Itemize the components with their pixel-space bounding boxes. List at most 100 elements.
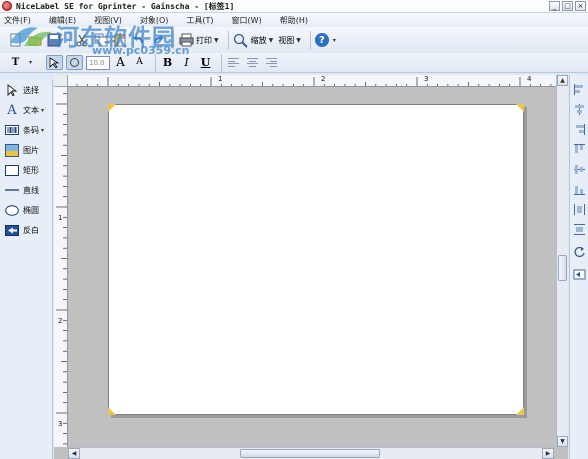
shrink-font-button[interactable]: A [132, 55, 147, 70]
help-button[interactable]: ? ▾ [314, 33, 336, 47]
distribute-horizontal-icon[interactable] [573, 203, 586, 216]
underline-button[interactable]: U [198, 55, 213, 70]
collapse-panel-icon[interactable] [573, 268, 586, 281]
maximize-button[interactable]: □ [562, 1, 573, 11]
align-horizontal-centers-icon[interactable] [573, 103, 586, 116]
menu-view[interactable]: 视图(V) [94, 15, 122, 26]
new-document-icon[interactable] [8, 32, 24, 48]
align-left-edges-icon[interactable] [573, 83, 586, 96]
align-vertical-centers-icon[interactable] [573, 163, 586, 176]
label-canvas[interactable] [108, 104, 524, 415]
object-toolbox: 选择 A 文本 ▾ 条码 ▾ 图片 矩形 直线 椭圆 反白 [0, 80, 53, 459]
chevron-down-icon: ▼ [214, 36, 219, 44]
tool-text[interactable]: A 文本 ▾ [0, 100, 52, 120]
menu-file[interactable]: 文件(F) [4, 15, 31, 26]
align-left-icon[interactable] [226, 56, 241, 69]
print-button[interactable]: 打印 ▼ [178, 32, 219, 48]
paste-icon[interactable] [112, 32, 128, 48]
hruler-number: 2 [321, 75, 326, 83]
tool-barcode-label: 条码 [23, 125, 39, 135]
chevron-down-icon: ▼ [268, 36, 274, 44]
horizontal-ruler: 1 2 3 4 [68, 75, 568, 87]
scroll-up-arrow-icon[interactable]: ▲ [557, 75, 568, 86]
chevron-down-icon: ▾ [41, 126, 45, 134]
tool-barcode[interactable]: 条码 ▾ [0, 120, 52, 140]
inverse-icon [5, 224, 19, 237]
tool-rectangle[interactable]: 矩形 [0, 160, 52, 180]
tool-select[interactable]: 选择 [0, 80, 52, 100]
pan-mode-icon[interactable] [66, 55, 84, 70]
vruler-number: 2 [58, 317, 63, 325]
arrow-cursor-icon [5, 84, 19, 97]
app-logo-icon [2, 1, 12, 11]
save-icon[interactable] [46, 32, 62, 48]
align-toolbar [569, 75, 588, 459]
select-mode-icon[interactable] [46, 55, 64, 70]
undo-icon[interactable] [131, 32, 147, 48]
align-bottom-edges-icon[interactable] [573, 183, 586, 196]
close-button[interactable]: × [575, 1, 586, 11]
italic-button[interactable]: I [179, 55, 194, 70]
ruler-corner [54, 75, 68, 87]
format-toolbar: T ▾ 10.0 A A B I U [0, 53, 588, 73]
chevron-down-icon: ▾ [332, 36, 336, 44]
vertical-scrollbar[interactable]: ▲ ▼ [556, 75, 568, 447]
horizontal-scroll-thumb[interactable] [240, 449, 380, 458]
menu-help[interactable]: 帮助(H) [280, 15, 308, 26]
menu-object[interactable]: 对象(O) [140, 15, 169, 26]
scroll-left-arrow-icon[interactable]: ◀ [68, 448, 80, 459]
tool-picture-label: 图片 [23, 145, 39, 155]
scroll-down-arrow-icon[interactable]: ▼ [557, 436, 568, 447]
picture-icon [5, 143, 19, 157]
text-style-button[interactable]: T [8, 55, 23, 70]
view-button[interactable]: 视图 ▼ [278, 35, 301, 46]
chevron-down-icon: ▾ [29, 59, 33, 66]
tool-text-label: 文本 [23, 105, 39, 115]
design-workspace[interactable]: 1 2 3 4 1 2 3 ◀ ▶ [54, 75, 568, 459]
tool-inverse-label: 反白 [23, 225, 39, 235]
hruler-number: 3 [424, 75, 429, 83]
tool-select-label: 选择 [23, 85, 39, 95]
align-top-edges-icon[interactable] [573, 143, 586, 156]
font-size-value: 10.0 [89, 58, 105, 67]
grow-font-button[interactable]: A [113, 55, 128, 70]
align-right-edges-icon[interactable] [573, 123, 586, 136]
cut-icon[interactable] [74, 32, 90, 48]
font-size-field[interactable]: 10.0 [86, 55, 111, 70]
open-folder-icon[interactable] [27, 32, 43, 48]
hruler-number: 1 [218, 75, 223, 83]
distribute-vertical-icon[interactable] [573, 223, 586, 236]
tool-line[interactable]: 直线 [0, 180, 52, 200]
horizontal-scrollbar[interactable]: ◀ ▶ [68, 447, 554, 459]
printer-icon [178, 32, 194, 48]
hruler-number: 4 [527, 75, 532, 83]
menu-bar: 文件(F) 编辑(E) 视图(V) 对象(O) 工具(T) 窗口(W) 帮助(H… [0, 13, 588, 27]
help-icon: ? [314, 33, 329, 47]
minimize-button[interactable]: _ [549, 1, 560, 11]
vruler-number: 3 [58, 420, 63, 428]
bold-button[interactable]: B [160, 55, 175, 70]
app-window: NiceLabel SE for Gprinter - Gainscha - [… [0, 0, 588, 459]
tool-inverse[interactable]: 反白 [0, 220, 52, 240]
chevron-down-icon: ▾ [41, 106, 45, 114]
align-center-icon[interactable] [245, 56, 260, 69]
rotate-icon[interactable] [573, 245, 586, 258]
tool-rectangle-label: 矩形 [23, 165, 39, 175]
tool-picture[interactable]: 图片 [0, 140, 52, 160]
window-title: NiceLabel SE for Gprinter - Gainscha - [… [16, 1, 235, 11]
vertical-ruler: 1 2 3 [54, 87, 68, 447]
window-controls: _ □ × [549, 1, 586, 11]
redo-icon[interactable] [150, 32, 166, 48]
menu-edit[interactable]: 编辑(E) [49, 15, 76, 26]
menu-window[interactable]: 窗口(W) [232, 15, 262, 26]
tool-ellipse[interactable]: 椭圆 [0, 200, 52, 220]
scroll-right-arrow-icon[interactable]: ▶ [542, 448, 554, 459]
print-label: 打印 [196, 35, 212, 45]
menu-tools[interactable]: 工具(T) [186, 15, 213, 26]
vruler-number: 1 [58, 214, 63, 222]
toolbar-separator [309, 31, 311, 49]
copy-icon[interactable] [93, 32, 109, 48]
align-right-icon[interactable] [264, 56, 279, 69]
vertical-scroll-thumb[interactable] [558, 255, 567, 281]
zoom-button[interactable]: 缩放 ▼ [233, 32, 274, 48]
